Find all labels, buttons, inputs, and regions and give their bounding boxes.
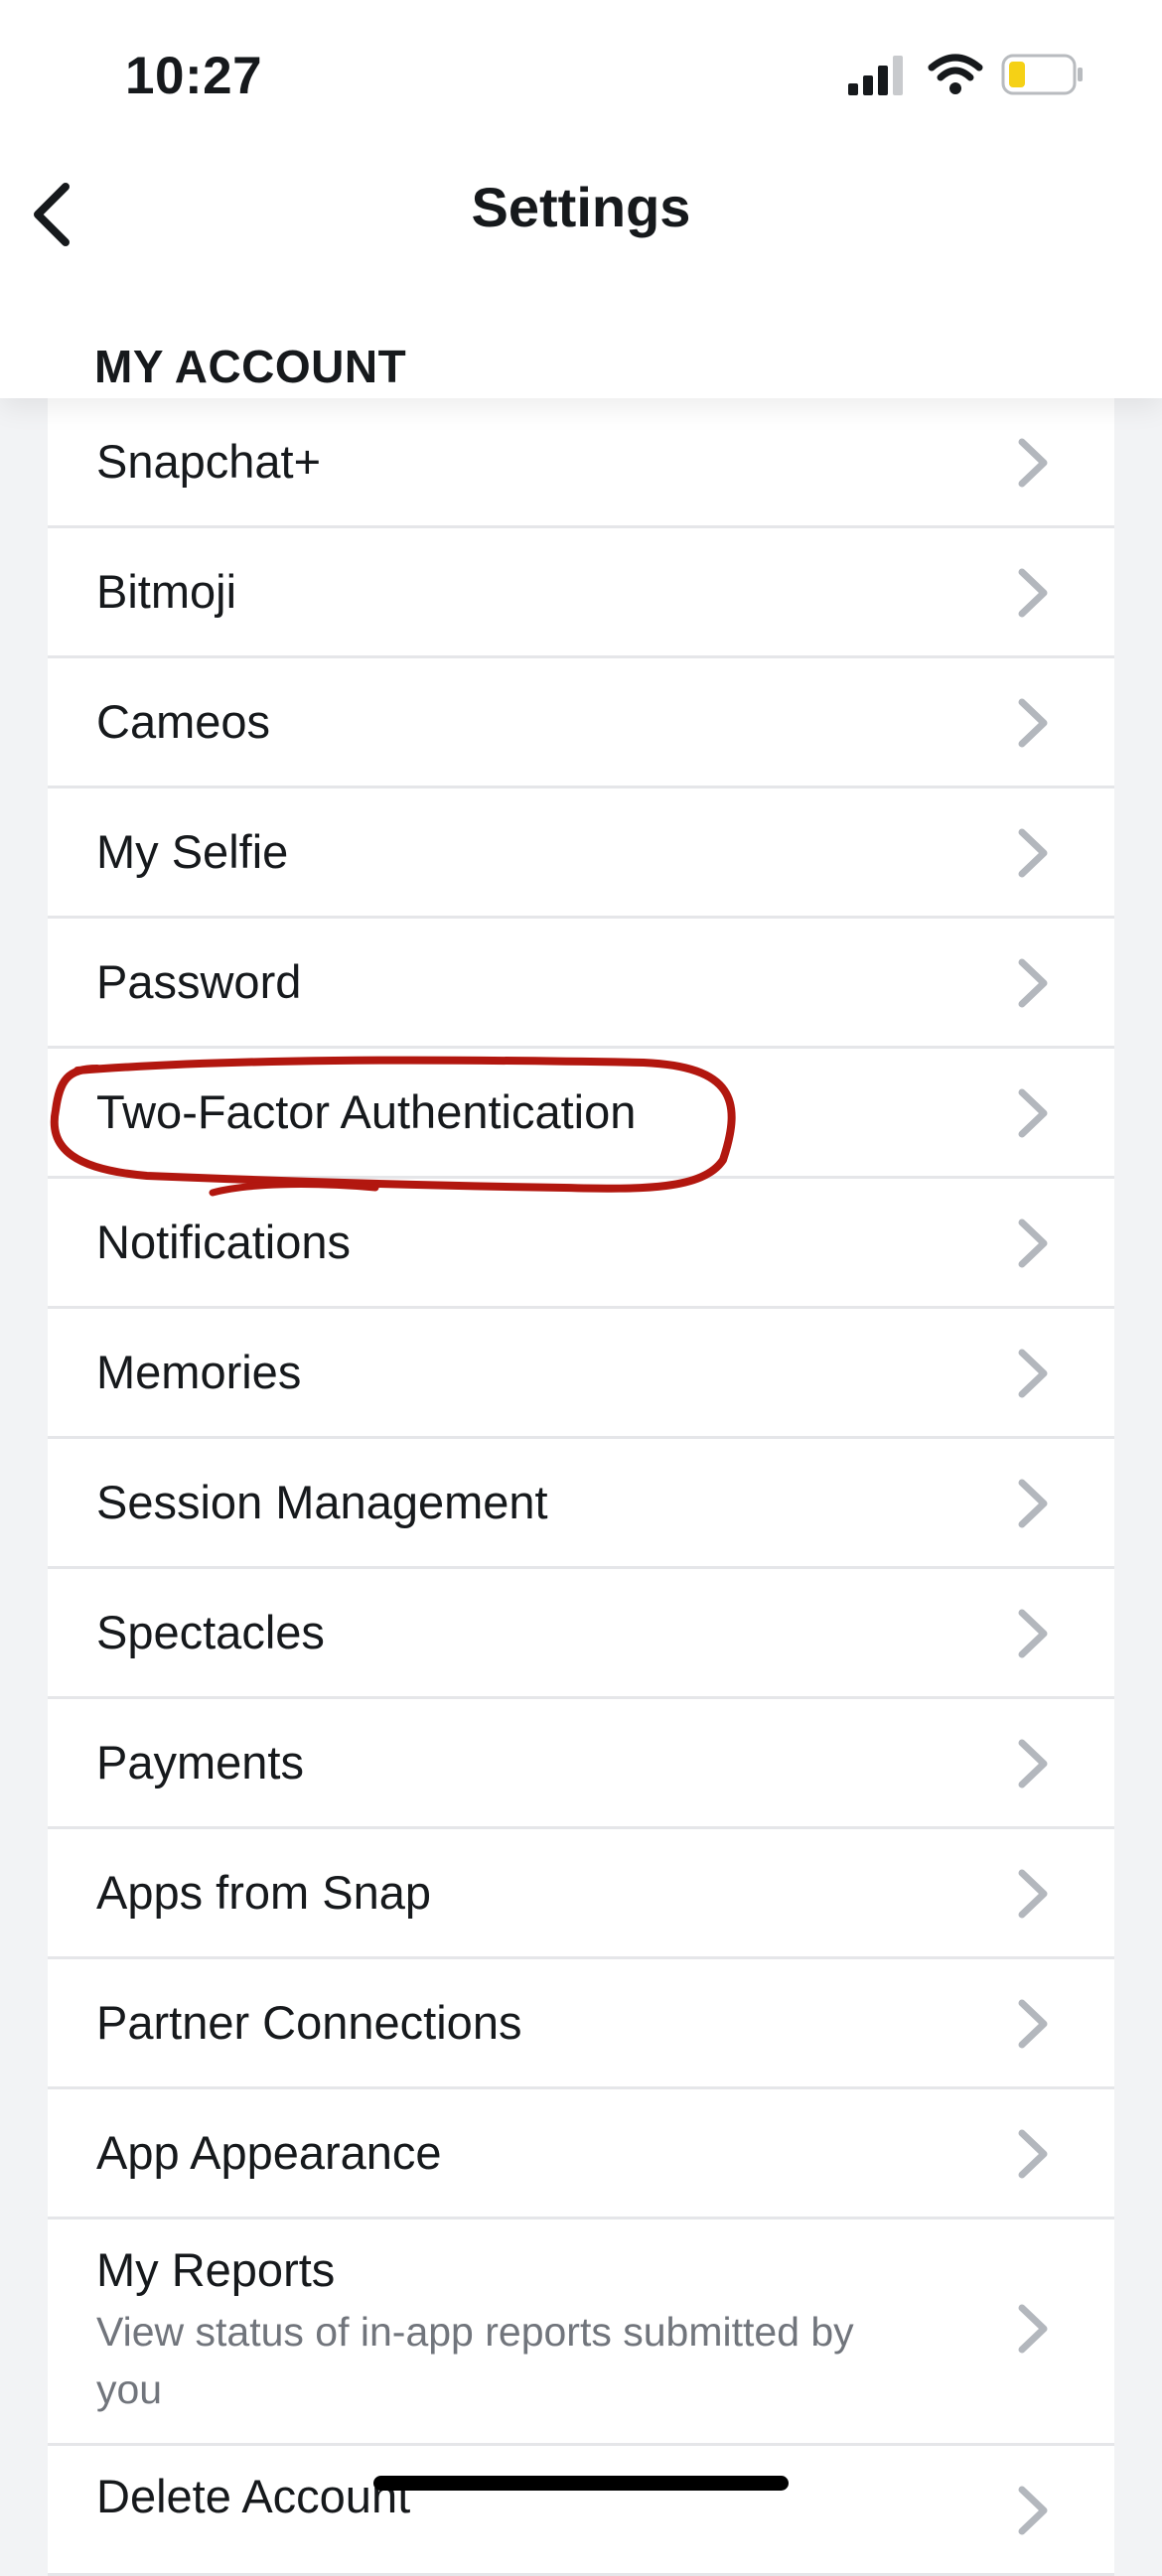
settings-item-label: Cameos [96,695,271,748]
chevron-right-icon [1018,2486,1048,2535]
chevron-right-icon [1018,1349,1048,1398]
settings-item-notifications[interactable]: Notifications [48,1179,1114,1309]
settings-item-description: View status of in-app reports submitted … [96,2309,854,2412]
status-time: 10:27 [125,47,263,105]
settings-item-label: Memories [96,1346,302,1398]
settings-item-two-factor-authentication[interactable]: Two-Factor Authentication [48,1049,1114,1179]
settings-item-label: Session Management [96,1476,548,1528]
settings-item-label: Password [96,955,302,1008]
settings-item-partner-connections[interactable]: Partner Connections [48,1959,1114,2089]
settings-item-label: Notifications [96,1216,351,1268]
battery-icon [1001,54,1083,95]
settings-item-payments[interactable]: Payments [48,1699,1114,1829]
chevron-right-icon [1018,568,1048,618]
chevron-right-icon [1018,1999,1048,2049]
wifi-icon [928,54,983,94]
chevron-right-icon [1018,958,1048,1008]
settings-item-password[interactable]: Password [48,919,1114,1049]
cellular-signal-icon [848,56,903,95]
top-header: 10:27 Settings MY ACCOUNT [0,0,1162,398]
settings-item-my-selfie[interactable]: My Selfie [48,788,1114,919]
settings-item-label: Payments [96,1736,304,1789]
chevron-right-icon [1018,1869,1048,1919]
chevron-right-icon [1018,698,1048,748]
settings-item-label: Bitmoji [96,565,237,618]
settings-item-label: Spectacles [96,1606,325,1658]
page-title: Settings [471,176,691,238]
settings-item-label: My Reports [96,2243,336,2296]
settings-item-apps-from-snap[interactable]: Apps from Snap [48,1829,1114,1959]
settings-item-label: Two-Factor Authentication [96,1085,637,1138]
settings-item-my-reports[interactable]: My Reports View status of in-app reports… [48,2219,1114,2446]
section-header: MY ACCOUNT [94,341,407,392]
chevron-right-icon [1018,828,1048,878]
settings-list: Snapchat+ Bitmoji Cameos My Selfie Passw… [48,398,1114,2576]
settings-item-label: App Appearance [96,2126,442,2179]
settings-item-session-management[interactable]: Session Management [48,1439,1114,1569]
chevron-right-icon [1018,438,1048,488]
chevron-right-icon [1018,1218,1048,1268]
settings-item-label: Partner Connections [96,1996,522,2049]
settings-item-label: Snapchat+ [96,435,322,488]
chevron-right-icon [1018,1088,1048,1138]
settings-item-snapchat-plus[interactable]: Snapchat+ [48,398,1114,528]
chevron-right-icon [1018,2304,1048,2354]
settings-item-bitmoji[interactable]: Bitmoji [48,528,1114,658]
chevron-right-icon [1018,1739,1048,1789]
settings-item-delete-account[interactable]: Delete Account [48,2446,1114,2576]
settings-item-label: Apps from Snap [96,1866,432,1919]
settings-item-cameos[interactable]: Cameos [48,658,1114,788]
home-indicator[interactable] [373,2476,789,2491]
chevron-right-icon [1018,2129,1048,2179]
settings-item-label: Delete Account [96,2470,411,2522]
settings-item-label: My Selfie [96,825,289,878]
settings-item-app-appearance[interactable]: App Appearance [48,2089,1114,2219]
settings-item-spectacles[interactable]: Spectacles [48,1569,1114,1699]
chevron-right-icon [1018,1479,1048,1528]
chevron-right-icon [1018,1609,1048,1658]
settings-item-memories[interactable]: Memories [48,1309,1114,1439]
